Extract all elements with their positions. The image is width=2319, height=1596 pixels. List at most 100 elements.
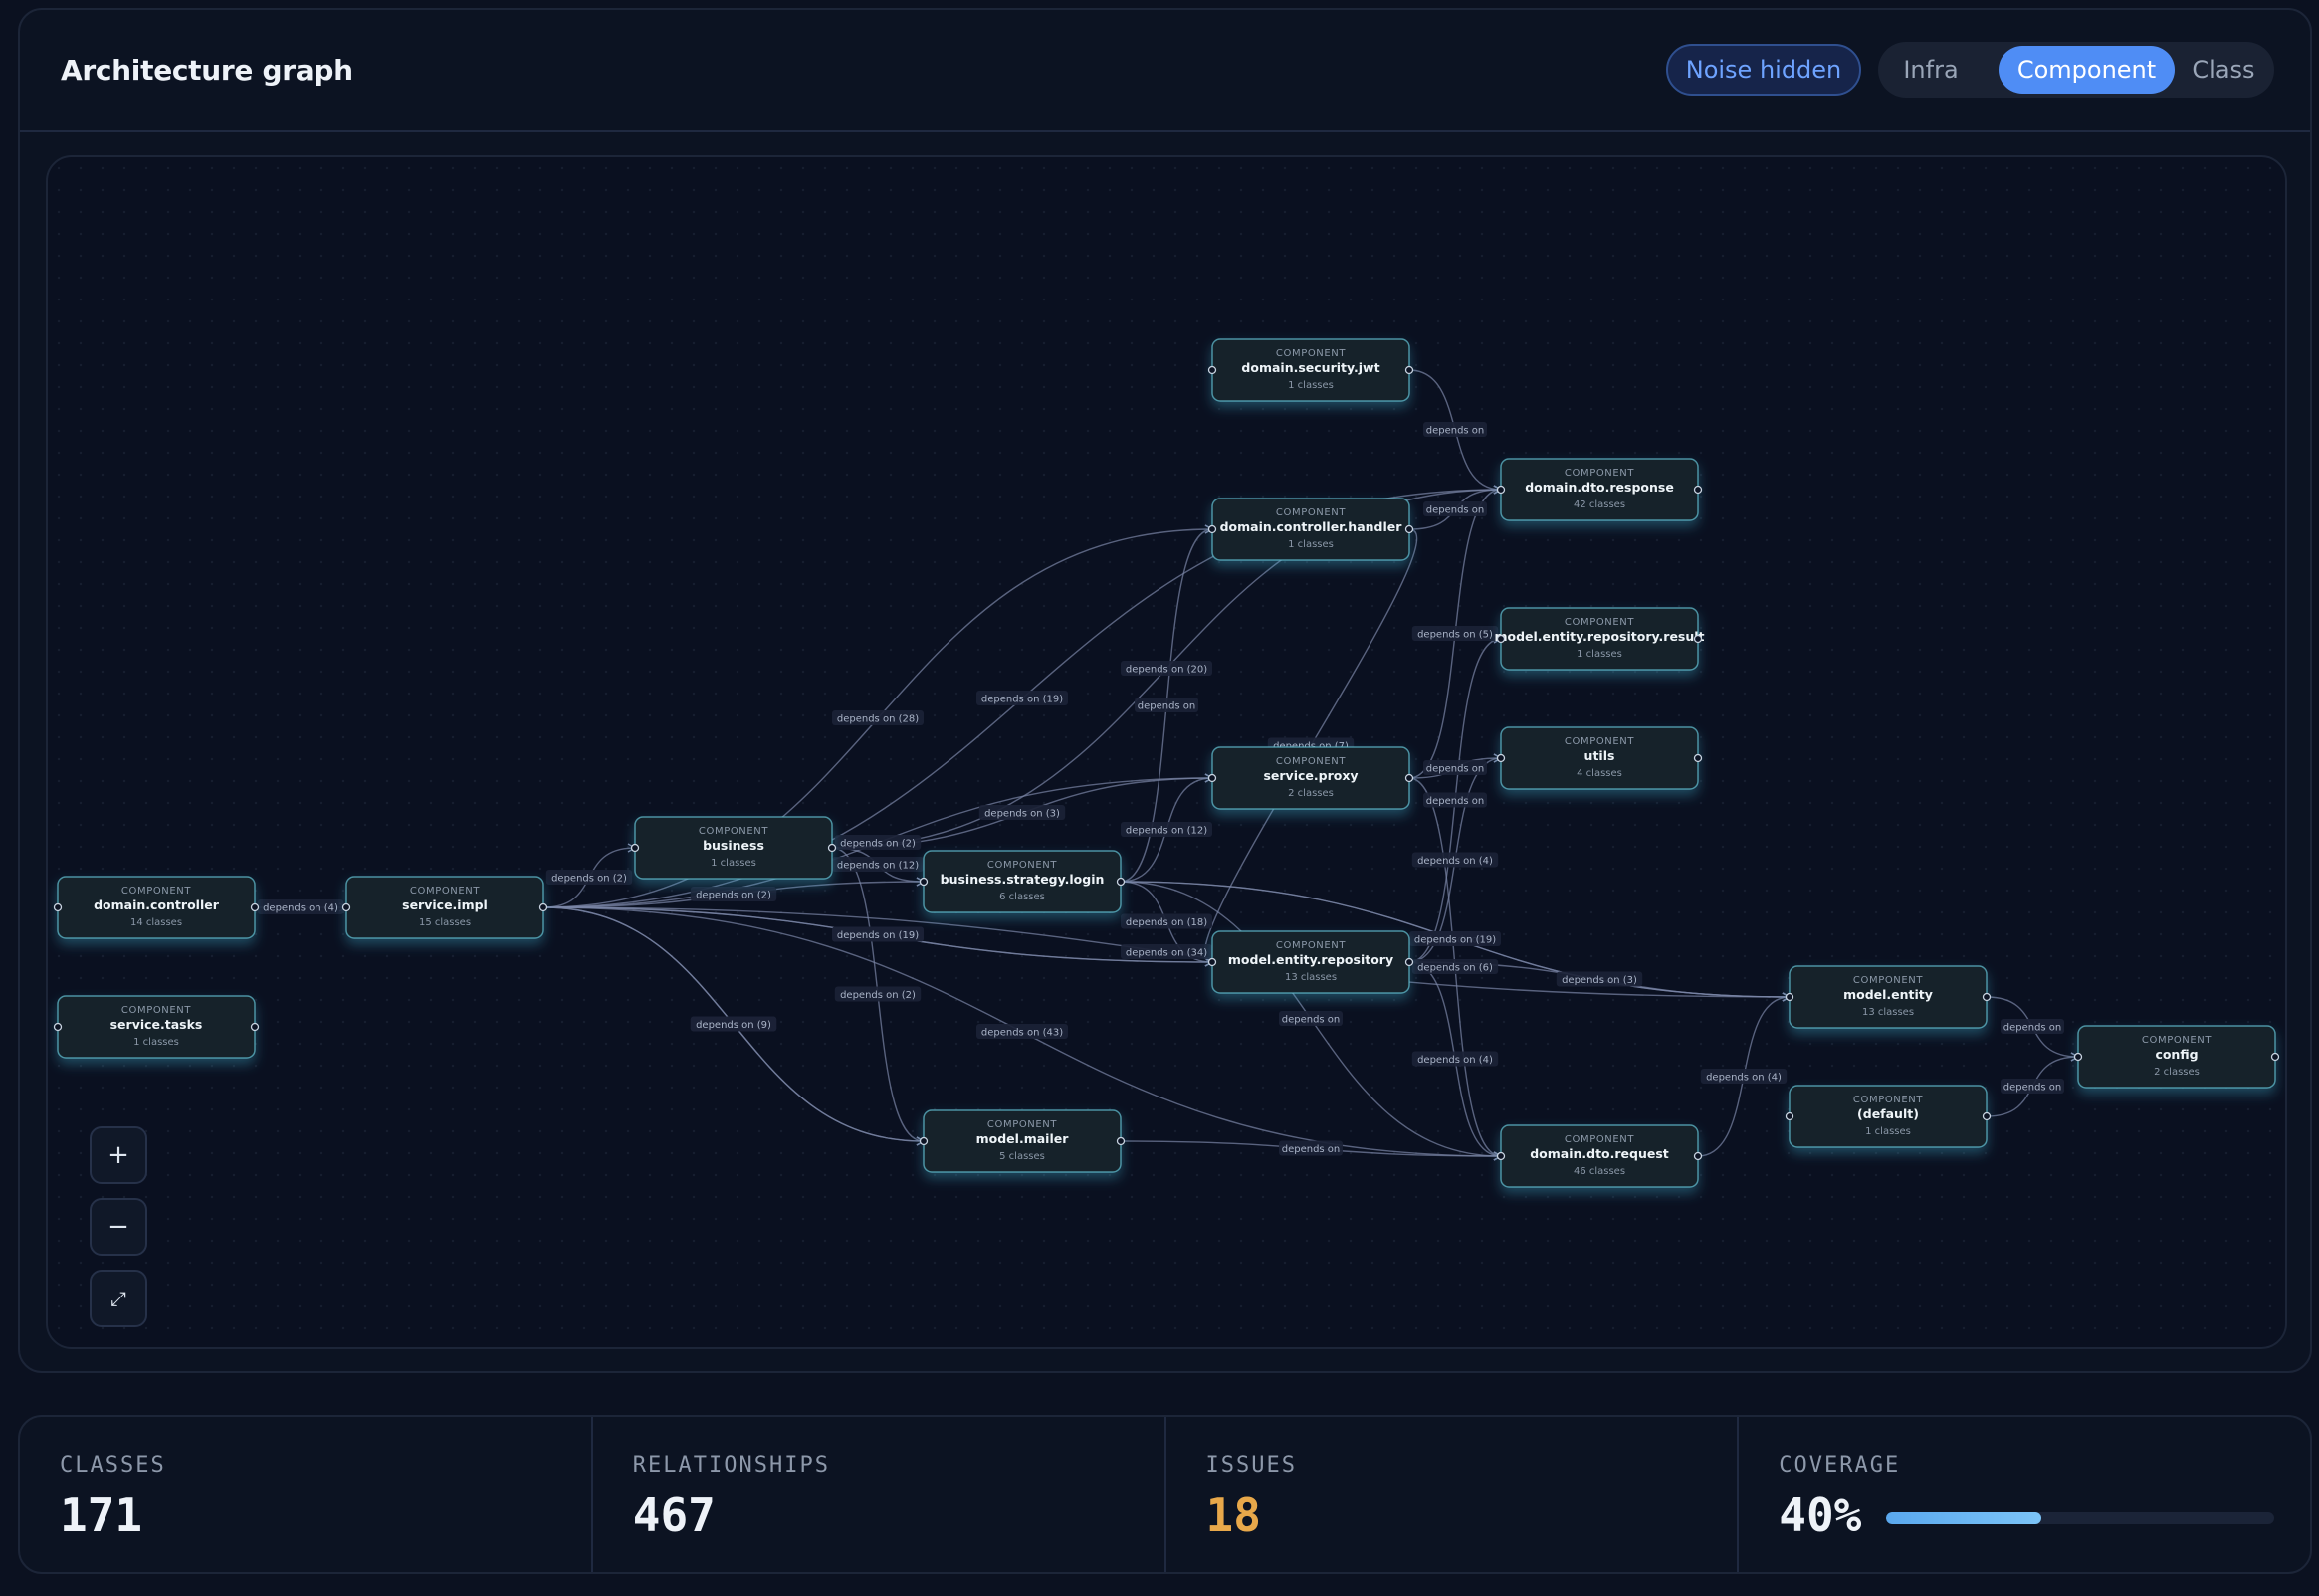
edge-label: depends on (9)	[690, 1016, 777, 1032]
edge-label: depends on	[1279, 1140, 1343, 1156]
node-output-port[interactable]	[250, 1022, 260, 1032]
edge-label: depends on (2)	[545, 870, 633, 885]
edge-label: depends on (2)	[690, 887, 777, 901]
zoom-in-button[interactable]: +	[90, 1126, 147, 1184]
graph-canvas[interactable]: depends on (4) depends on (2) depends on (…	[46, 155, 2287, 1349]
graph-node[interactable]: COMPONENTmodel.entity.repository.result 1…	[1494, 607, 1705, 671]
node-input-port[interactable]	[341, 902, 351, 912]
graph-node[interactable]: COMPONENTservice.proxy 2 classes	[1207, 746, 1414, 810]
noise-toggle-button[interactable]: Noise hidden	[1666, 44, 1861, 96]
node-output-port[interactable]	[250, 902, 260, 912]
edge-label: depends on	[2001, 1019, 2064, 1034]
edge-label-text: depends on	[2003, 1023, 2062, 1034]
graph-node[interactable]: COMPONENTbusiness.strategy.login 6 classe…	[919, 850, 1126, 913]
edge-label: depends on (12)	[832, 857, 924, 872]
node-kind: COMPONENT	[1853, 975, 1923, 986]
node-input-port[interactable]	[1496, 485, 1506, 495]
edge-label-text: depends on (4)	[1706, 1073, 1782, 1084]
graph-node[interactable]: COMPONENTdomain.controller.handler 1 clas…	[1207, 498, 1414, 561]
edge-label: depends on (19)	[976, 691, 1068, 705]
view-class-button[interactable]: Class	[2177, 46, 2270, 94]
edge-label: depends on (43)	[976, 1024, 1068, 1039]
node-input-port[interactable]	[1207, 524, 1217, 534]
node-input-port[interactable]	[630, 843, 640, 853]
node-output-port[interactable]	[1693, 634, 1703, 644]
node-output-port[interactable]	[1693, 1151, 1703, 1161]
node-name: business	[703, 838, 764, 853]
node-count: 6 classes	[999, 892, 1045, 902]
edge-label-text: depends on	[1282, 1144, 1341, 1155]
graph-node[interactable]: COMPONENTutils 4 classes	[1496, 726, 1703, 790]
node-input-port[interactable]	[1207, 365, 1217, 375]
node-output-port[interactable]	[1693, 753, 1703, 763]
edge-label: depends on (4)	[257, 899, 344, 914]
edge-label-text: depends on	[1426, 505, 1485, 516]
stat-value: 18	[1205, 1489, 1261, 1542]
node-output-port[interactable]	[1116, 1136, 1126, 1146]
node-kind: COMPONENT	[1276, 756, 1346, 767]
node-input-port[interactable]	[1496, 753, 1506, 763]
node-input-port[interactable]	[1496, 1151, 1506, 1161]
node-input-port[interactable]	[1785, 992, 1794, 1002]
node-input-port[interactable]	[919, 1136, 929, 1146]
graph-node[interactable]: COMPONENTmodel.entity.repository 13 class…	[1207, 930, 1414, 994]
node-output-port[interactable]	[1404, 365, 1414, 375]
node-output-port[interactable]	[1404, 957, 1414, 967]
edge-label: depends on	[1135, 698, 1198, 712]
node-input-port[interactable]	[53, 902, 63, 912]
node-count: 13 classes	[1862, 1007, 1914, 1018]
edge-label-text: depends on (4)	[263, 903, 338, 914]
node-count: 46 classes	[1574, 1166, 1625, 1177]
node-input-port[interactable]	[1785, 1111, 1794, 1121]
node-output-port[interactable]	[538, 902, 548, 912]
node-output-port[interactable]	[1982, 992, 1992, 1002]
graph-node[interactable]: COMPONENTdomain.dto.response 42 classes	[1496, 458, 1703, 521]
node-input-port[interactable]	[919, 877, 929, 887]
node-kind: COMPONENT	[410, 886, 480, 897]
node-name: (default)	[1857, 1106, 1919, 1121]
page-title: Architecture graph	[61, 54, 353, 87]
graph-node[interactable]: COMPONENTservice.tasks 1 classes	[53, 995, 260, 1059]
node-output-port[interactable]	[2270, 1052, 2280, 1062]
node-input-port[interactable]	[1207, 957, 1217, 967]
graph-node[interactable]: COMPONENT(default) 1 classes	[1785, 1085, 1992, 1148]
node-input-port[interactable]	[2073, 1052, 2083, 1062]
node-kind: COMPONENT	[1276, 348, 1346, 359]
node-output-port[interactable]	[1116, 877, 1126, 887]
graph-node[interactable]: COMPONENTdomain.controller 14 classes	[53, 876, 260, 939]
node-input-port[interactable]	[1496, 634, 1506, 644]
graph-node[interactable]: COMPONENTservice.impl 15 classes	[341, 876, 548, 939]
graph-node[interactable]: COMPONENTbusiness 1 classes	[630, 816, 837, 880]
node-output-port[interactable]	[1982, 1111, 1992, 1121]
node-output-port[interactable]	[827, 843, 837, 853]
zoom-out-button[interactable]: −	[90, 1198, 147, 1256]
node-output-port[interactable]	[1693, 485, 1703, 495]
view-component-button[interactable]: Component	[1999, 46, 2175, 94]
view-infra-button[interactable]: Infra	[1882, 46, 1980, 94]
node-count: 1 classes	[1577, 649, 1622, 660]
node-input-port[interactable]	[53, 1022, 63, 1032]
node-kind: COMPONENT	[987, 1119, 1057, 1130]
node-output-port[interactable]	[1404, 773, 1414, 783]
graph-node[interactable]: COMPONENTmodel.mailer 5 classes	[919, 1109, 1126, 1173]
node-count: 4 classes	[1577, 768, 1622, 779]
stat-label: CLASSES	[60, 1453, 166, 1478]
node-name: domain.controller.handler	[1220, 519, 1403, 534]
graph-svg[interactable]: depends on (4) depends on (2) depends on (…	[48, 157, 2287, 1349]
node-input-port[interactable]	[1207, 773, 1217, 783]
graph-node[interactable]: COMPONENTmodel.entity 13 classes	[1785, 965, 1992, 1029]
node-count: 2 classes	[1288, 788, 1334, 799]
node-name: utils	[1584, 748, 1615, 763]
edge-label: depends on (34)	[1121, 944, 1212, 959]
coverage-progress-bar	[1886, 1512, 2275, 1524]
node-kind: COMPONENT	[987, 860, 1057, 871]
fit-view-button[interactable]: ⤢	[90, 1270, 147, 1327]
edge-label-text: depends on (2)	[840, 839, 916, 850]
node-count: 14 classes	[130, 917, 182, 928]
graph-node[interactable]: COMPONENTdomain.dto.request 46 classes	[1496, 1124, 1703, 1188]
node-count: 1 classes	[1865, 1126, 1911, 1137]
graph-node[interactable]: COMPONENTdomain.security.jwt 1 classes	[1207, 338, 1414, 402]
edge-label: depends on (20)	[1121, 661, 1212, 676]
graph-node[interactable]: COMPONENTconfig 2 classes	[2073, 1025, 2280, 1089]
node-output-port[interactable]	[1404, 524, 1414, 534]
